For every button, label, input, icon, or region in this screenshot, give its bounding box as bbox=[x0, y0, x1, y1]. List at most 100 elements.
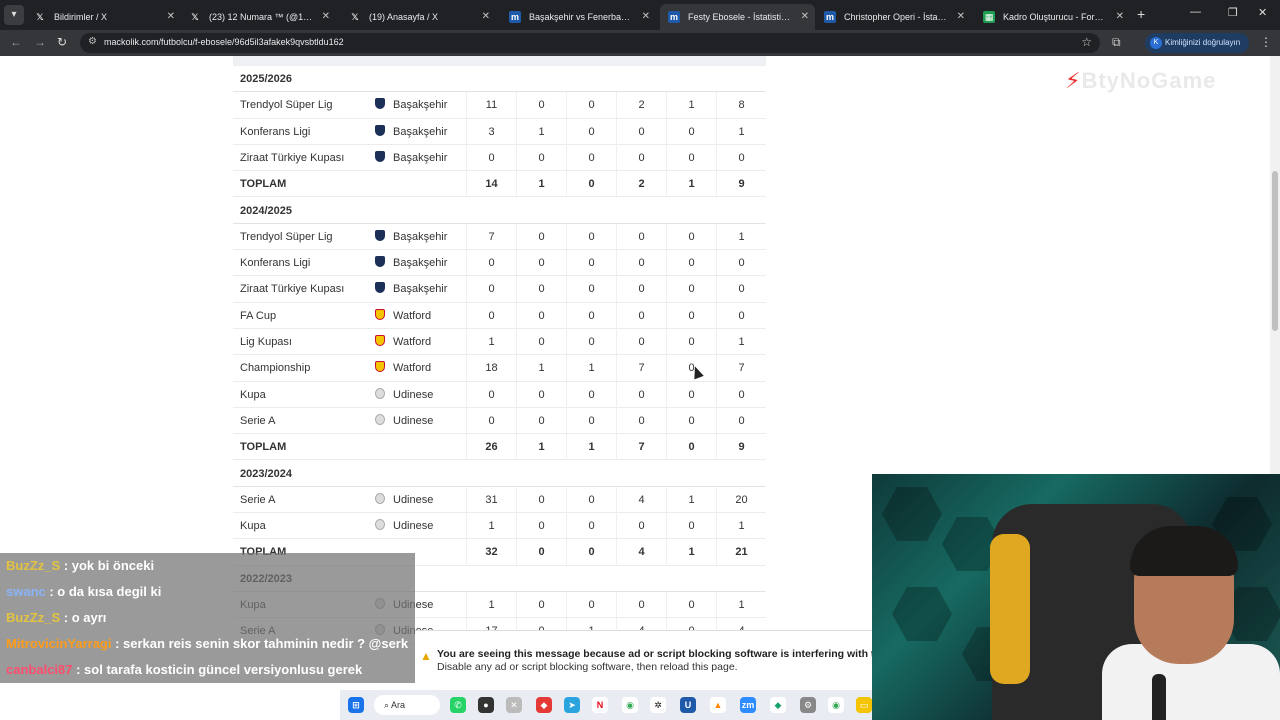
streamer-webcam bbox=[872, 474, 1280, 720]
telegram-icon[interactable]: ➤ bbox=[564, 697, 580, 713]
competition-name[interactable]: FA Cup bbox=[240, 303, 276, 329]
browser-tab[interactable]: 𝕏 (23) 12 Numara ™ (@12numara ✕ bbox=[181, 4, 336, 30]
team-cell[interactable]: Başakşehir bbox=[375, 119, 447, 145]
close-tab-icon[interactable]: ✕ bbox=[801, 4, 809, 30]
chrome-profile-icon[interactable]: ◉ bbox=[828, 697, 844, 713]
tab-search-icon[interactable]: ▾ bbox=[4, 5, 24, 25]
season-total-row: TOPLAM 26 1 1 7 0 9 bbox=[233, 434, 766, 461]
verify-identity-button[interactable]: K Kimliğinizi doğrulayın bbox=[1145, 33, 1249, 53]
watermark-text: BtyNoGame bbox=[1081, 68, 1217, 93]
team-name: Başakşehir bbox=[393, 151, 448, 164]
team-cell[interactable]: Udinese bbox=[375, 408, 433, 434]
back-icon[interactable]: ← bbox=[10, 35, 22, 49]
competition-name[interactable]: Konferans Ligi bbox=[240, 250, 310, 276]
competition-name[interactable]: Kupa bbox=[240, 382, 266, 408]
browser-tab[interactable]: m Christopher Operi - İstatistik, M ✕ bbox=[816, 4, 971, 30]
stat-value: 0 bbox=[666, 144, 716, 171]
total-value: 0 bbox=[566, 171, 616, 198]
team-cell[interactable]: Başakşehir bbox=[375, 250, 447, 276]
browser-tab[interactable]: m Başakşehir vs Fenerbahçe, 06.1 ✕ bbox=[501, 4, 656, 30]
team-cell[interactable]: Başakşehir bbox=[375, 276, 447, 302]
address-bar[interactable]: ⚙ mackolik.com/futbolcu/f-ebosele/96d5il… bbox=[80, 33, 1100, 53]
close-tab-icon[interactable]: ✕ bbox=[322, 4, 330, 30]
whatsapp-icon[interactable]: ✆ bbox=[450, 697, 466, 713]
video-app-icon[interactable]: ◆ bbox=[536, 697, 552, 713]
extensions-icon[interactable]: ⧉ bbox=[1112, 35, 1121, 50]
minimize-icon[interactable]: — bbox=[1190, 6, 1201, 18]
windows-start-icon[interactable]: ⊞ bbox=[348, 697, 364, 713]
stat-value: 1 bbox=[716, 592, 766, 618]
browser-toolbar: ← → ↻ ⚙ mackolik.com/futbolcu/f-ebosele/… bbox=[0, 30, 1280, 56]
netflix-icon[interactable]: N bbox=[592, 697, 608, 713]
close-tab-icon[interactable]: ✕ bbox=[482, 4, 490, 30]
tab-title: Christopher Operi - İstatistik, M bbox=[844, 12, 949, 22]
competition-name[interactable]: Serie A bbox=[240, 487, 275, 513]
streamlabs-icon[interactable]: ◆ bbox=[770, 697, 786, 713]
reload-icon[interactable]: ↻ bbox=[57, 35, 67, 49]
competition-name[interactable]: Ziraat Türkiye Kupası bbox=[240, 276, 344, 302]
stat-value: 1 bbox=[466, 329, 516, 355]
tab-title: Başakşehir vs Fenerbahçe, 06.1 bbox=[529, 12, 634, 22]
verify-identity-label: Kimliğinizi doğrulayın bbox=[1165, 38, 1241, 47]
stat-value: 0 bbox=[616, 329, 666, 355]
zoom-icon[interactable]: zm bbox=[740, 697, 756, 713]
stat-value: 0 bbox=[566, 486, 616, 513]
browser-tab[interactable]: m Festy Ebosele - İstatistik, Maçla ✕ bbox=[660, 4, 815, 30]
team-cell[interactable]: Udinese bbox=[375, 487, 433, 513]
bookmark-star-icon[interactable]: ☆ bbox=[1081, 35, 1092, 49]
stat-value: 0 bbox=[666, 513, 716, 540]
competition-name[interactable]: Ziraat Türkiye Kupası bbox=[240, 145, 344, 171]
competition-name[interactable]: Kupa bbox=[240, 513, 266, 539]
site-info-icon[interactable]: ⚙ bbox=[88, 36, 97, 47]
team-cell[interactable]: Udinese bbox=[375, 382, 433, 408]
team-crest-icon bbox=[375, 361, 385, 373]
stat-value: 0 bbox=[616, 144, 666, 171]
team-cell[interactable]: Başakşehir bbox=[375, 224, 447, 250]
competition-name[interactable]: Lig Kupası bbox=[240, 329, 292, 355]
forward-icon[interactable]: → bbox=[34, 35, 46, 49]
close-window-icon[interactable]: ✕ bbox=[1258, 6, 1267, 19]
password-app-icon[interactable]: U bbox=[680, 697, 696, 713]
x-icon: 𝕏 bbox=[36, 12, 44, 22]
team-cell[interactable]: Watford bbox=[375, 303, 431, 329]
adblock-message-line1: You are seeing this message because ad o… bbox=[437, 648, 890, 660]
new-tab-icon[interactable]: + bbox=[1137, 6, 1145, 22]
maximize-icon[interactable]: ❐ bbox=[1228, 6, 1238, 19]
competition-name[interactable]: Serie A bbox=[240, 408, 275, 434]
close-tab-icon[interactable]: ✕ bbox=[167, 4, 175, 30]
total-label: TOPLAM bbox=[240, 441, 287, 454]
team-cell[interactable]: Başakşehir bbox=[375, 92, 447, 118]
chat-text: : yok bi önceki bbox=[60, 558, 155, 573]
taskbar-search[interactable]: ⌕ Ara bbox=[374, 695, 440, 715]
obs-icon[interactable]: ● bbox=[478, 697, 494, 713]
chatgpt-icon[interactable]: ✲ bbox=[650, 697, 666, 713]
app-icon[interactable]: ✕ bbox=[506, 697, 522, 713]
team-cell[interactable]: Başakşehir bbox=[375, 145, 447, 171]
browser-tab[interactable]: 𝕏 (19) Anasayfa / X ✕ bbox=[341, 4, 496, 30]
competition-name[interactable]: Championship bbox=[240, 355, 310, 381]
team-cell[interactable]: Watford bbox=[375, 355, 431, 381]
table-row: Trendyol Süper Lig Başakşehir 11 0 0 2 1 8 bbox=[233, 92, 766, 119]
chat-message: BuzZz_S : o ayrı bbox=[0, 605, 415, 631]
watermark-bolt-icon: ⚡ bbox=[1065, 68, 1082, 93]
close-tab-icon[interactable]: ✕ bbox=[1116, 4, 1124, 30]
team-cell[interactable]: Watford bbox=[375, 329, 431, 355]
chrome-icon[interactable]: ◉ bbox=[622, 697, 638, 713]
competition-name[interactable]: Trendyol Süper Lig bbox=[240, 224, 333, 250]
browser-menu-icon[interactable]: ⋮ bbox=[1260, 35, 1272, 49]
stat-value: 0 bbox=[566, 223, 616, 250]
competition-name[interactable]: Trendyol Süper Lig bbox=[240, 92, 333, 118]
browser-tab[interactable]: ▦ Kadro Oluşturucu - Formasyon ✕ bbox=[975, 4, 1130, 30]
close-tab-icon[interactable]: ✕ bbox=[642, 4, 650, 30]
close-tab-icon[interactable]: ✕ bbox=[957, 4, 965, 30]
browser-tab[interactable]: 𝕏 Bildirimler / X ✕ bbox=[26, 4, 181, 30]
scrollbar-thumb[interactable] bbox=[1272, 171, 1278, 331]
file-explorer-icon[interactable]: ▭ bbox=[856, 697, 872, 713]
competition-name[interactable]: Konferans Ligi bbox=[240, 119, 310, 145]
team-cell[interactable]: Udinese bbox=[375, 513, 433, 539]
stat-value: 1 bbox=[716, 329, 766, 355]
team-crest-icon bbox=[375, 229, 385, 241]
vlc-icon[interactable]: ▲ bbox=[710, 697, 726, 713]
stat-value: 7 bbox=[466, 223, 516, 250]
settings-icon[interactable]: ⚙ bbox=[800, 697, 816, 713]
